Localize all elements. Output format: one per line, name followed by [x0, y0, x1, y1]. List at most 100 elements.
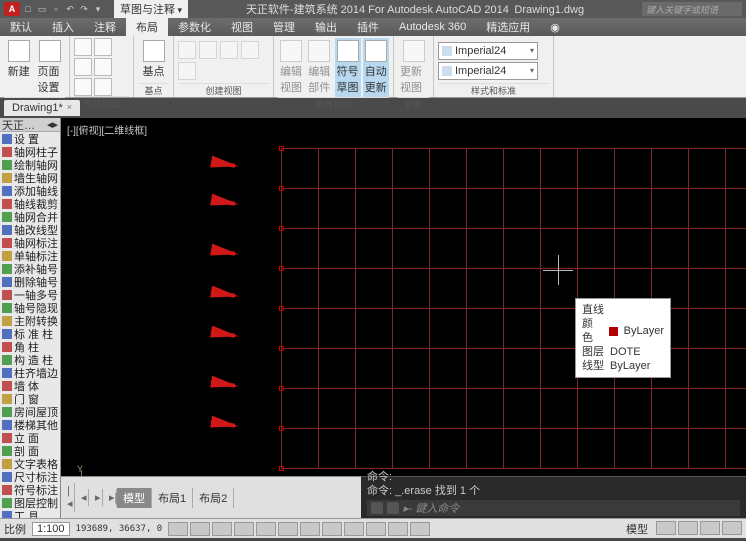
grid [281, 148, 746, 468]
panel-label: 样式和标准 [438, 83, 549, 97]
status-toggle-button[interactable] [410, 522, 430, 536]
tab-nav-first-icon[interactable]: |◂ [61, 483, 75, 512]
layout-tab-2[interactable]: 布局2 [193, 488, 234, 508]
window-title: 天正软件-建筑系统 2014 For Autodesk AutoCAD 2014… [190, 1, 640, 17]
panel-label: 创建视图 [178, 83, 269, 97]
layout-tab-model[interactable]: 模型 [117, 488, 152, 508]
viewport-icon[interactable] [94, 58, 112, 76]
status-toggle-button[interactable] [278, 522, 298, 536]
item-icon [2, 186, 12, 196]
status-toggle-button[interactable] [234, 522, 254, 536]
tab-plugins[interactable]: 插件 [347, 18, 389, 36]
tab-manage[interactable]: 管理 [263, 18, 305, 36]
status-toggle-button[interactable] [344, 522, 364, 536]
tab-nav-next-icon[interactable]: ▸ [89, 489, 103, 506]
workspace-selector[interactable]: 草图与注释 ▾ [114, 0, 188, 18]
close-icon[interactable]: × [67, 102, 72, 114]
item-icon [2, 407, 12, 417]
viewport-icon[interactable] [74, 78, 92, 96]
viewport-icon[interactable] [74, 38, 92, 56]
tab-insert[interactable]: 插入 [42, 18, 84, 36]
status-icon[interactable] [656, 521, 676, 535]
item-icon [2, 368, 12, 378]
status-toggle-button[interactable] [322, 522, 342, 536]
layout-tab-1[interactable]: 布局1 [152, 488, 193, 508]
style-combo-1[interactable]: Imperial24 [438, 42, 538, 60]
tab-layout[interactable]: 布局 [126, 18, 168, 36]
command-history[interactable]: 命令: 命令: _.erase 找到 1 个 ▸- 鍵入命令 [361, 476, 746, 518]
item-icon [2, 316, 12, 326]
status-bar: 比例 1:100 193689, 36637, 0 模型 [0, 518, 746, 538]
model-space-button[interactable]: 模型 [620, 521, 654, 537]
tab-output[interactable]: 输出 [305, 18, 347, 36]
qat-undo-icon[interactable]: ↶ [64, 3, 76, 15]
viewport-icon[interactable] [94, 38, 112, 56]
createview-icon [178, 62, 196, 80]
command-line-area: |◂ ◂ ▸ ▸| 模型 布局1 布局2 命令: 命令: _.erase 找到 … [61, 476, 746, 518]
createview-icon [220, 41, 238, 59]
tab-annotate[interactable]: 注释 [84, 18, 126, 36]
status-toggle-button[interactable] [190, 522, 210, 536]
command-input[interactable]: ▸- 鍵入命令 [367, 500, 740, 516]
item-icon [2, 498, 12, 508]
qat-dropdown-icon[interactable]: ▾ [92, 3, 104, 15]
tab-nav-last-icon[interactable]: ▸| [103, 489, 117, 506]
annotation-arrow-icon [210, 244, 240, 261]
tab-view[interactable]: 视图 [221, 18, 263, 36]
tab-extra[interactable]: ◉ [540, 18, 570, 36]
status-icon[interactable] [722, 521, 742, 535]
status-icon[interactable] [678, 521, 698, 535]
item-icon [2, 394, 12, 404]
item-icon [2, 303, 12, 313]
status-toggle-button[interactable] [388, 522, 408, 536]
status-toggle-button[interactable] [212, 522, 232, 536]
panel-label: 布局视口 [74, 96, 129, 110]
color-swatch-icon [609, 327, 618, 336]
qat-redo-icon[interactable]: ↷ [78, 3, 90, 15]
qat-new-icon[interactable]: □ [22, 3, 34, 15]
help-search-input[interactable]: 键入关键字或短语 [642, 2, 742, 16]
status-toggle-button[interactable] [300, 522, 320, 536]
layout-tabs: |◂ ◂ ▸ ▸| 模型 布局1 布局2 [61, 476, 361, 518]
item-icon [2, 160, 12, 170]
status-toggle-button[interactable] [366, 522, 386, 536]
auto-update-button[interactable]: 自动 更新 [363, 38, 389, 97]
viewport-icon[interactable] [74, 58, 92, 76]
settings-cmd-icon[interactable] [387, 502, 399, 514]
close-cmd-icon[interactable] [371, 502, 383, 514]
panel-label: 修改视图 [278, 97, 389, 111]
item-icon [2, 446, 12, 456]
viewport-icon[interactable] [94, 78, 112, 96]
symbol-sketch-button[interactable]: 符号 草图 [335, 38, 361, 97]
qat-save-icon[interactable]: ▫ [50, 3, 62, 15]
item-icon [2, 355, 12, 365]
item-icon [2, 212, 12, 222]
status-icon[interactable] [700, 521, 720, 535]
page-setup-button[interactable]: 页面 设置 [36, 38, 66, 97]
app-logo-icon[interactable]: A [4, 2, 20, 16]
style-combo-2[interactable]: Imperial24 [438, 62, 538, 80]
tab-a360[interactable]: Autodesk 360 [389, 18, 476, 36]
qat-open-icon[interactable]: ▭ [36, 3, 48, 15]
annotation-arrow-icon [210, 286, 240, 303]
tab-nav-prev-icon[interactable]: ◂ [75, 489, 89, 506]
new-layout-button[interactable]: 新建 [4, 38, 34, 97]
basepoint-button[interactable]: 基点 [138, 38, 169, 83]
item-icon [2, 420, 12, 430]
panel-label: 更新 [398, 97, 429, 111]
edit-part-button: 编辑 部件 [306, 38, 332, 97]
tab-featured[interactable]: 精选应用 [476, 18, 540, 36]
item-icon [2, 264, 12, 274]
status-toggle-button[interactable] [168, 522, 188, 536]
item-icon [2, 199, 12, 209]
title-bar: A □ ▭ ▫ ↶ ↷ ▾ 草图与注释 ▾ 天正软件-建筑系统 2014 For… [0, 0, 746, 18]
ribbon: 新建 页面 设置 布局 布局视口 基点 基点 创建视图 编辑 视图 编辑 部件 … [0, 36, 746, 98]
scale-value[interactable]: 1:100 [32, 522, 70, 536]
item-label: 工 具 [14, 508, 39, 519]
tab-default[interactable]: 默认 [0, 18, 42, 36]
tab-parametric[interactable]: 参数化 [168, 18, 221, 36]
status-toggle-button[interactable] [256, 522, 276, 536]
viewport-title[interactable]: [-][俯视][二维线框] [67, 122, 147, 137]
drawing-canvas[interactable]: [-][俯视][二维线框] 直线 颜色ByLayer 图层DOTE 线型ByLa… [61, 118, 746, 518]
document-tab[interactable]: Drawing1*× [4, 100, 80, 116]
